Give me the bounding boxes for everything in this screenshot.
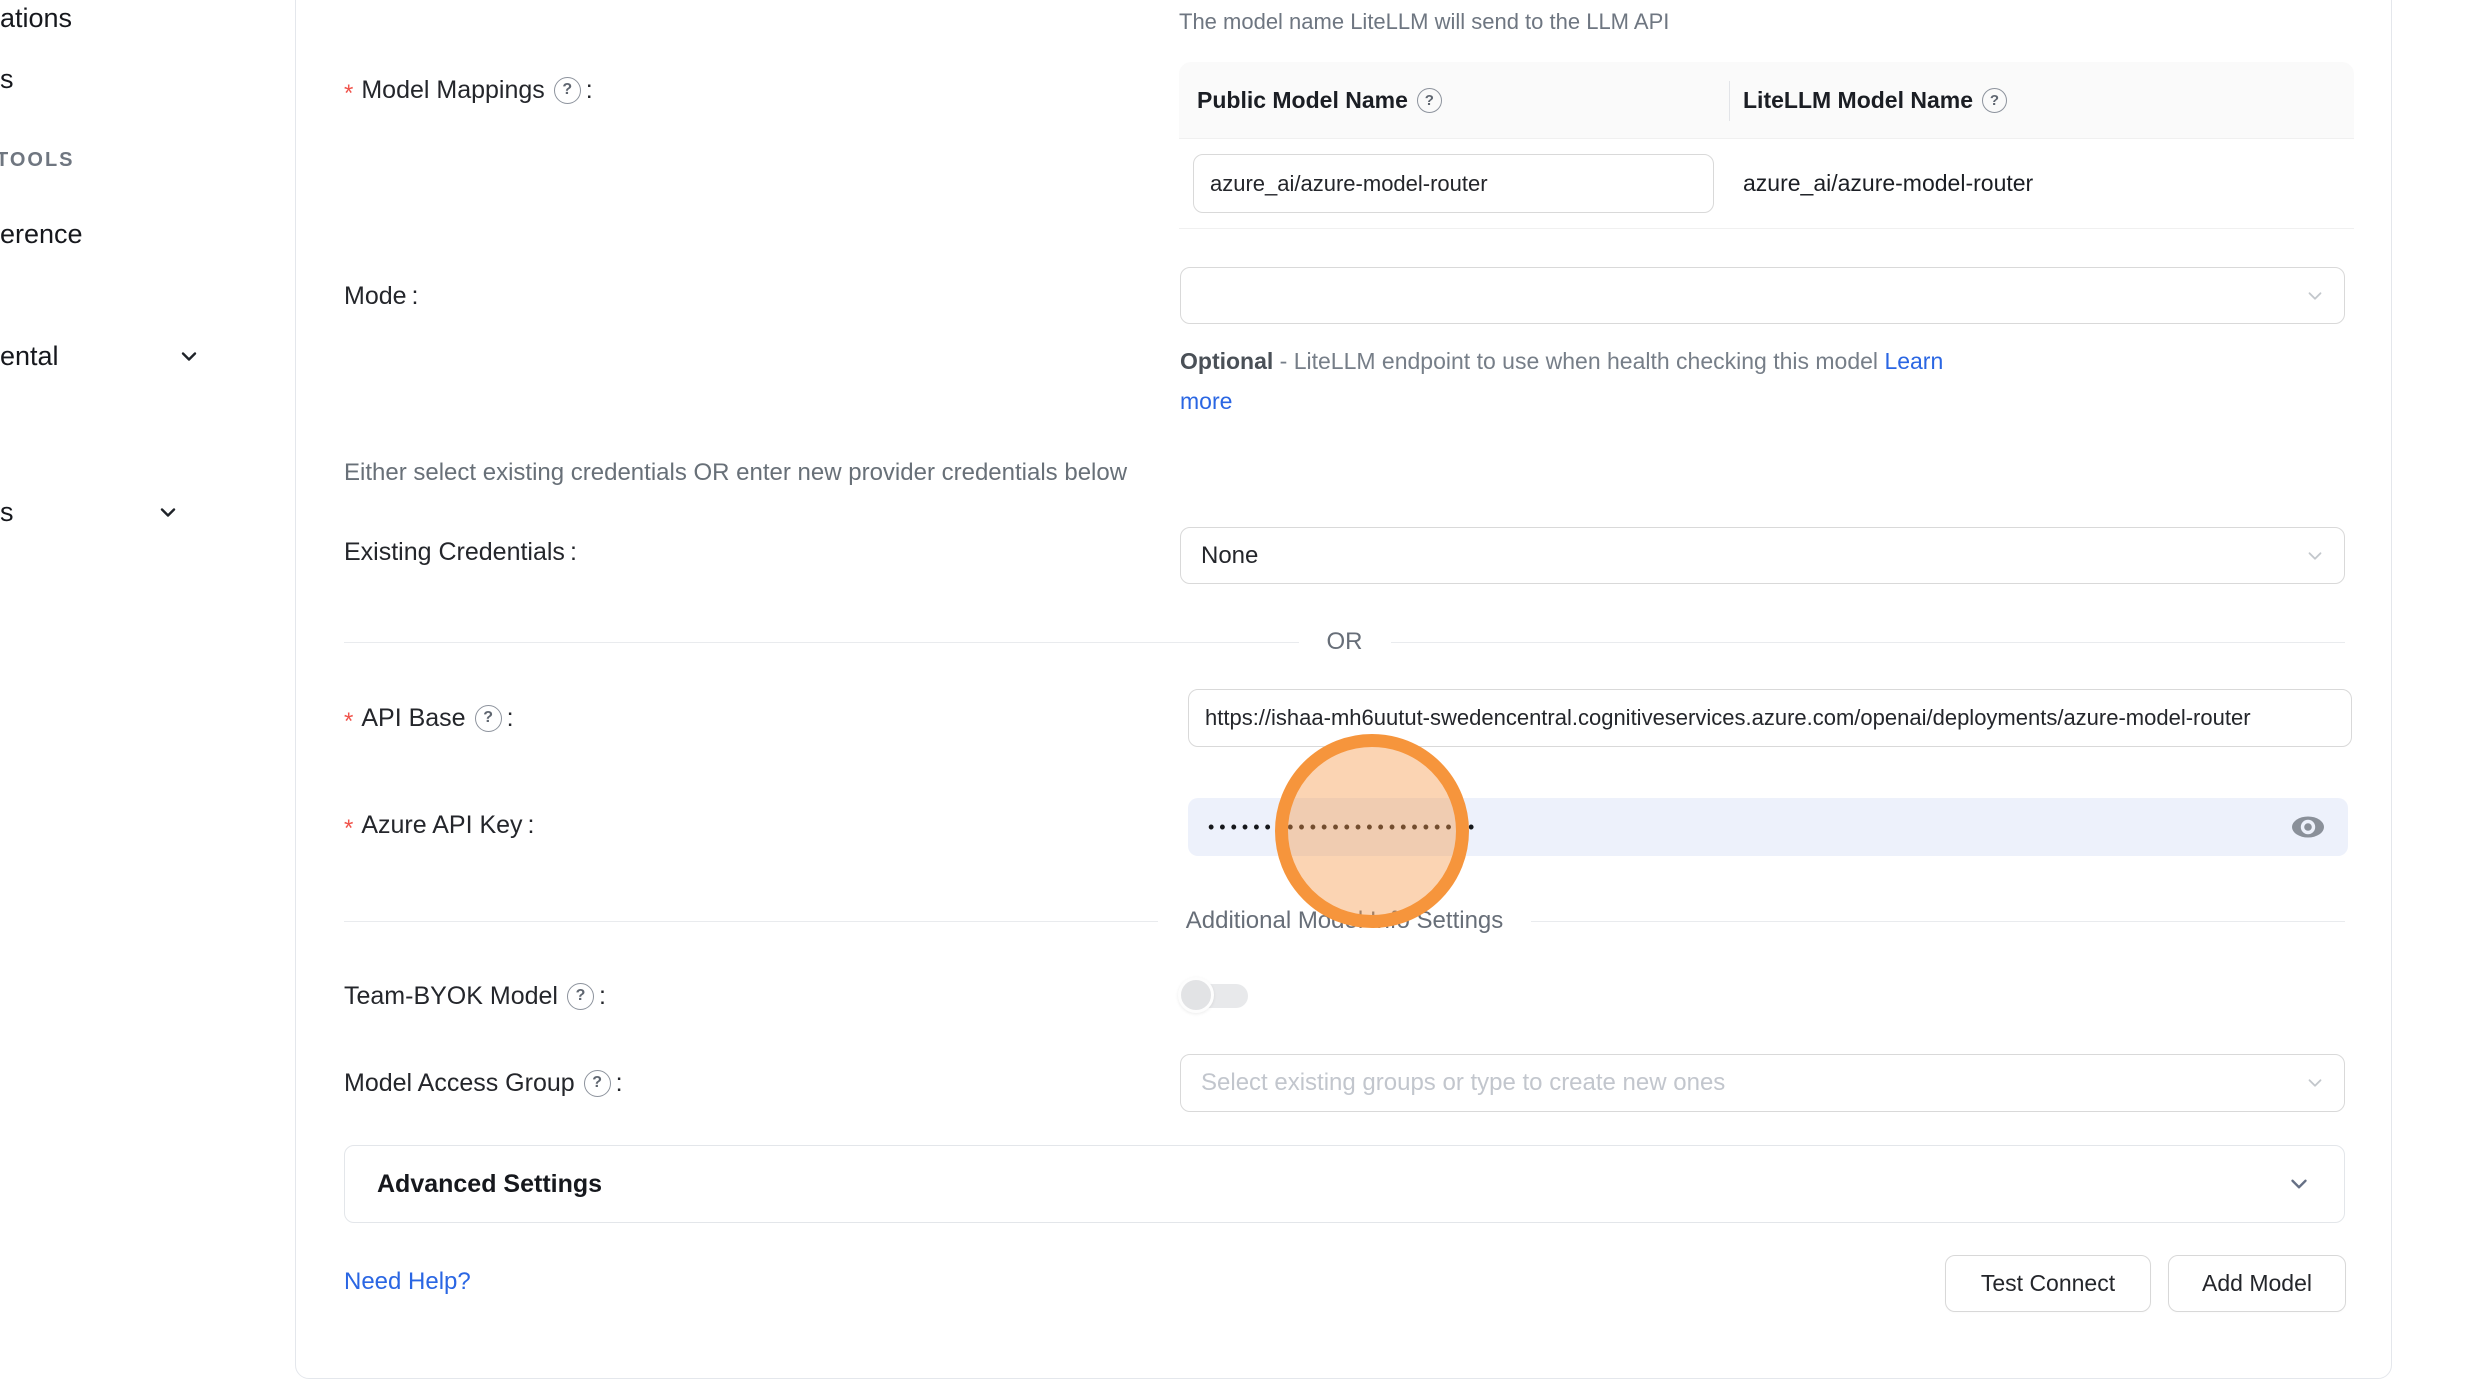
model-name-help-text: The model name LiteLLM will send to the …	[1179, 9, 1669, 35]
additional-settings-divider-text: Additional Model Info Settings	[1186, 907, 1504, 935]
azure-api-key-label: * Azure API Key :	[344, 807, 535, 843]
model-mappings-table-row: azure_ai/azure-model-router	[1179, 139, 2354, 228]
credentials-note: Either select existing credentials OR en…	[344, 459, 1127, 487]
team-byok-label: Team-BYOK Model ? :	[344, 978, 606, 1014]
model-access-group-placeholder: Select existing groups or type to create…	[1201, 1069, 1725, 1097]
mode-select[interactable]	[1180, 267, 2345, 324]
team-byok-toggle[interactable]	[1178, 977, 1248, 1015]
chevron-down-icon	[2286, 1171, 2312, 1197]
help-icon[interactable]: ?	[567, 983, 594, 1010]
or-divider-text: OR	[1327, 628, 1363, 656]
litellm-model-name-value: azure_ai/azure-model-router	[1743, 139, 2033, 228]
sidebar-item-label: erence	[0, 219, 83, 250]
sidebar-item-label: s	[0, 64, 14, 95]
sidebar-item[interactable]: s	[0, 62, 14, 96]
model-access-group-label: Model Access Group ? :	[344, 1065, 623, 1101]
model-mappings-table-header: Public Model Name ? LiteLLM Model Name ?	[1179, 62, 2354, 139]
need-help-link[interactable]: Need Help?	[344, 1268, 471, 1296]
existing-credentials-select[interactable]: None	[1180, 527, 2345, 584]
existing-credentials-label: Existing Credentials :	[344, 534, 577, 570]
additional-settings-divider: Additional Model Info Settings	[344, 907, 2345, 935]
required-mark: *	[344, 708, 353, 736]
advanced-settings-label: Advanced Settings	[377, 1170, 602, 1199]
sidebar-item-label: ental	[0, 341, 59, 372]
required-mark: *	[344, 815, 353, 843]
azure-api-key-input[interactable]: ••••••••••••••••••••••••	[1188, 798, 2348, 856]
help-icon[interactable]: ?	[475, 705, 502, 732]
sidebar-item-experimental[interactable]: ental	[0, 339, 201, 373]
model-mappings-label: * Model Mappings ? :	[344, 72, 593, 108]
help-icon[interactable]: ?	[1417, 88, 1442, 113]
mode-label: Mode :	[344, 278, 419, 314]
test-connect-button[interactable]: Test Connect	[1945, 1255, 2151, 1312]
chevron-down-icon	[2304, 545, 2326, 567]
or-divider: OR	[344, 628, 2345, 656]
required-mark: *	[344, 80, 353, 108]
sidebar-section-tools: TOOLS	[0, 148, 75, 172]
sidebar-item-organizations[interactable]: ations	[0, 1, 72, 35]
chevron-down-icon	[177, 344, 201, 368]
column-header-litellm-model-name: LiteLLM Model Name ?	[1729, 87, 2007, 114]
mode-help-text: Optional - LiteLLM endpoint to use when …	[1180, 341, 2040, 421]
api-base-input[interactable]	[1188, 689, 2352, 747]
eye-icon[interactable]	[2290, 813, 2326, 841]
add-model-page: ations s TOOLS erence ental s The model …	[0, 0, 2477, 1385]
help-icon[interactable]: ?	[554, 77, 581, 104]
column-header-public-model-name: Public Model Name ?	[1179, 87, 1729, 114]
masked-api-key: ••••••••••••••••••••••••	[1188, 817, 1479, 838]
advanced-settings-toggle[interactable]: Advanced Settings	[344, 1145, 2345, 1223]
chevron-down-icon	[156, 500, 180, 524]
sidebar-item-settings[interactable]: s	[0, 495, 180, 529]
help-icon[interactable]: ?	[584, 1070, 611, 1097]
column-divider	[1729, 81, 1730, 121]
api-base-label: * API Base ? :	[344, 700, 514, 736]
sidebar-item[interactable]: erence	[0, 217, 83, 251]
chevron-down-icon	[2304, 1072, 2326, 1094]
help-icon[interactable]: ?	[1982, 88, 2007, 113]
sidebar-item-label: ations	[0, 3, 72, 34]
public-model-name-input[interactable]	[1193, 154, 1714, 213]
add-model-button[interactable]: Add Model	[2168, 1255, 2346, 1312]
existing-credentials-value: None	[1201, 542, 1258, 570]
model-mappings-table: Public Model Name ? LiteLLM Model Name ?…	[1179, 62, 2354, 229]
sidebar-item-label: s	[0, 497, 14, 528]
model-access-group-select[interactable]: Select existing groups or type to create…	[1180, 1054, 2345, 1112]
chevron-down-icon	[2304, 285, 2326, 307]
